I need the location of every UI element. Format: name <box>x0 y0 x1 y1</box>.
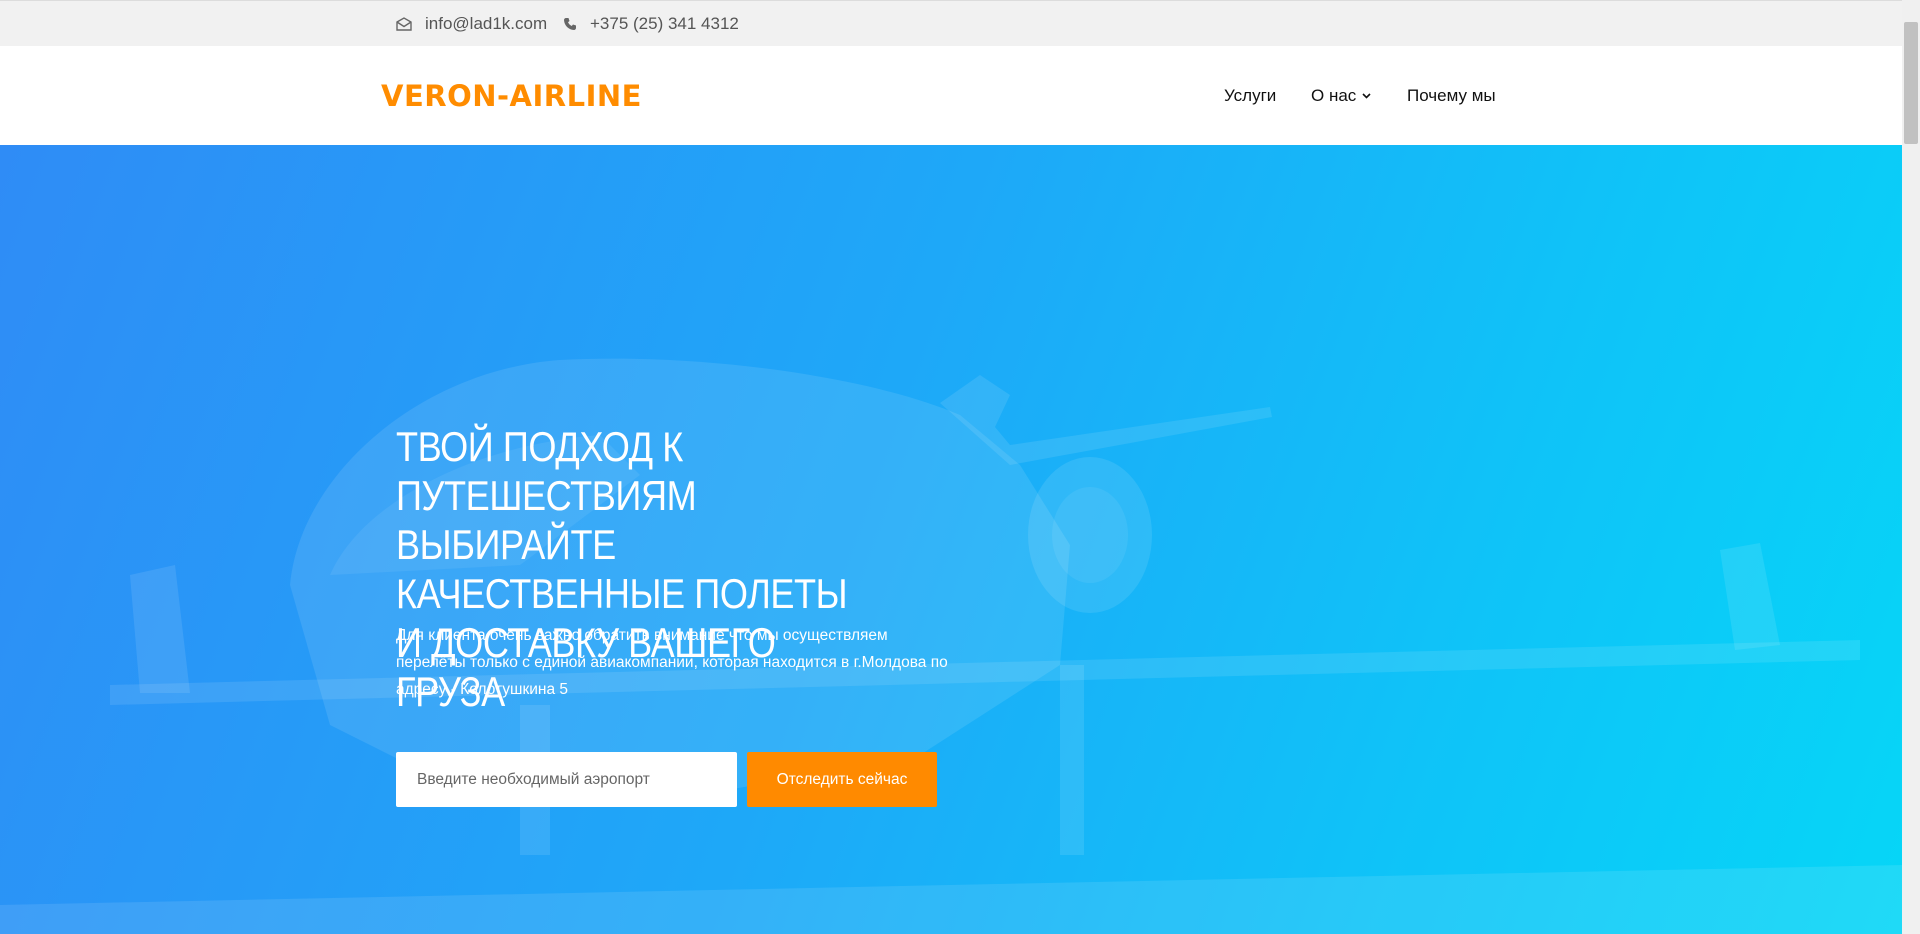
nav-item-label: Услуги <box>1224 85 1277 105</box>
chevron-down-icon <box>1362 92 1371 99</box>
airplane-background-image <box>0 358 1902 934</box>
page-scrollbar[interactable] <box>1902 0 1920 934</box>
nav-item-label: О нас <box>1311 85 1357 105</box>
email-text[interactable]: info@lad1k.com <box>425 14 547 34</box>
hero-description: Для клиента очень важно обратить внимани… <box>396 627 948 698</box>
phone-icon <box>564 18 576 30</box>
site-logo[interactable]: VERON-AIRLINE <box>381 46 642 145</box>
nav-item-services[interactable]: Услуги <box>1224 46 1276 145</box>
hero-section: ТВОЙ ПОДХОД К ПУТЕШЕСТВИЯМ ВЫБИРАЙТЕ КАЧ… <box>0 145 1902 934</box>
airport-search-input[interactable] <box>396 752 737 807</box>
email-contact[interactable]: info@lad1k.com <box>396 1 547 47</box>
envelope-icon <box>396 17 412 31</box>
nav-item-label: Почему мы <box>1407 85 1496 105</box>
nav-item-why-us[interactable]: Почему мы <box>1407 46 1496 145</box>
track-now-button[interactable]: Отследить сейчас <box>747 752 937 807</box>
phone-text[interactable]: +375 (25) 341 4312 <box>590 14 739 34</box>
scrollbar-thumb[interactable] <box>1904 22 1918 144</box>
phone-contact[interactable]: +375 (25) 341 4312 <box>563 1 739 47</box>
top-contact-bar: info@lad1k.com +375 (25) 341 4312 <box>0 0 1902 46</box>
site-header: VERON-AIRLINE Услуги О нас Почему мы <box>0 46 1902 145</box>
nav-item-about[interactable]: О нас <box>1311 46 1371 145</box>
